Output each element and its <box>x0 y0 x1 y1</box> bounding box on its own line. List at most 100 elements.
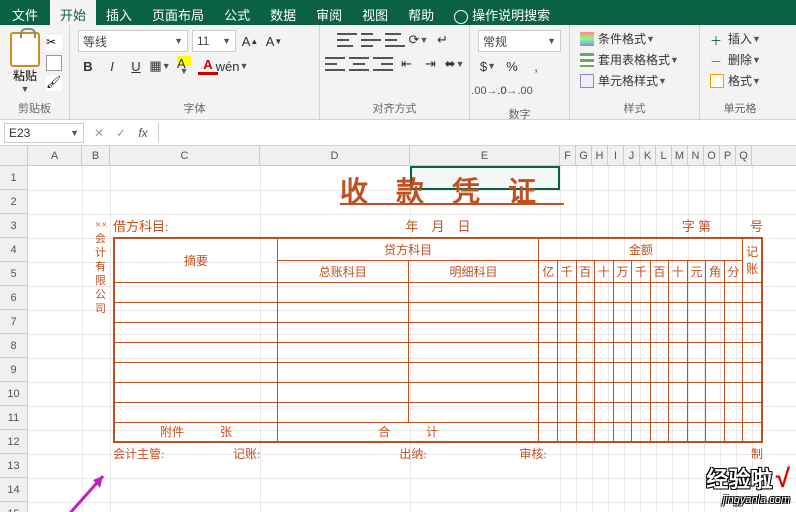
align-right-icon[interactable] <box>372 53 394 75</box>
row-header[interactable]: 2 <box>0 190 27 214</box>
col-header[interactable]: M <box>672 146 688 165</box>
indent-right-icon[interactable]: ⇥ <box>420 53 442 75</box>
row-header[interactable]: 9 <box>0 358 27 382</box>
fill-color-button[interactable]: A▼ <box>173 55 195 77</box>
col-header[interactable]: J <box>624 146 640 165</box>
tab-formula[interactable]: 公式 <box>214 0 260 25</box>
align-top-icon[interactable] <box>336 29 358 51</box>
comma-icon[interactable]: , <box>525 55 547 77</box>
voucher-table: 摘要 贷方科目 金额 记账 总账科目 明细科目 亿 千 百 十 万 千 <box>113 237 763 443</box>
row-header[interactable]: 6 <box>0 286 27 310</box>
sig-auditor: 审核: <box>473 445 593 462</box>
cell-grid[interactable]: ××会计有限公司 收款凭证 借方科目: 年 月 日 字 第 号 摘要 贷方科目 … <box>28 166 796 512</box>
group-cells: ＋插入 ▼ －删除 ▼ 格式 ▼ 单元格 <box>700 25 780 119</box>
unit-qian2: 千 <box>632 260 651 282</box>
format-cells-button[interactable]: 格式 ▼ <box>706 70 774 91</box>
row-header[interactable]: 12 <box>0 430 27 454</box>
row-header[interactable]: 13 <box>0 454 27 478</box>
tell-me[interactable]: 操作说明搜索 <box>444 0 560 25</box>
select-all-corner[interactable] <box>0 146 28 165</box>
row-header[interactable]: 3 <box>0 214 27 238</box>
percent-icon[interactable]: % <box>501 55 523 77</box>
indent-left-icon[interactable]: ⇤ <box>396 53 418 75</box>
voucher-form: ××会计有限公司 收款凭证 借方科目: 年 月 日 字 第 号 摘要 贷方科目 … <box>113 170 763 464</box>
col-header[interactable]: D <box>260 146 410 165</box>
row-header[interactable]: 4 <box>0 238 27 262</box>
chevron-down-icon: ▼ <box>21 84 30 94</box>
formula-input[interactable] <box>158 123 796 143</box>
phonetic-button[interactable]: wén▼ <box>221 55 243 77</box>
sig-cashier: 出纳: <box>353 445 473 462</box>
tab-view[interactable]: 视图 <box>352 0 398 25</box>
row-header[interactable]: 7 <box>0 310 27 334</box>
sig-manager: 会计主管: <box>113 445 233 462</box>
row-header[interactable]: 5 <box>0 262 27 286</box>
tab-data[interactable]: 数据 <box>260 0 306 25</box>
col-header[interactable]: A <box>28 146 82 165</box>
col-header[interactable]: L <box>656 146 672 165</box>
align-middle-icon[interactable] <box>360 29 382 51</box>
row-header[interactable]: 15 <box>0 502 27 512</box>
unit-qian: 千 <box>557 260 576 282</box>
group-align: ⟳▼ ↵ ⇤ ⇥ ⬌▼ 对齐方式 <box>320 25 470 119</box>
paste-button[interactable]: 粘贴 ▼ <box>6 30 44 96</box>
col-header[interactable]: H <box>592 146 608 165</box>
foot-total: 合 计 <box>277 422 539 442</box>
name-box[interactable]: E23▼ <box>4 123 84 143</box>
font-name-combo[interactable]: 等线▼ <box>78 30 188 52</box>
tab-insert[interactable]: 插入 <box>96 0 142 25</box>
table-format-button[interactable]: 套用表格格式 ▼ <box>576 49 693 70</box>
enter-icon[interactable]: ✓ <box>110 122 132 144</box>
col-header[interactable]: G <box>576 146 592 165</box>
col-header[interactable]: B <box>82 146 110 165</box>
currency-icon[interactable]: $▼ <box>477 55 499 77</box>
col-header[interactable]: N <box>688 146 704 165</box>
italic-button[interactable]: I <box>101 55 123 77</box>
file-tab[interactable]: 文件 <box>0 0 50 25</box>
hdr-sub: 明细科目 <box>408 260 539 282</box>
merge-icon[interactable]: ⬌▼ <box>444 53 466 75</box>
col-header[interactable]: O <box>704 146 720 165</box>
wrap-text-icon[interactable]: ↵ <box>432 29 454 51</box>
align-left-icon[interactable] <box>324 53 346 75</box>
underline-button[interactable]: U <box>125 55 147 77</box>
tab-help[interactable]: 帮助 <box>398 0 444 25</box>
row-header[interactable]: 1 <box>0 166 27 190</box>
fx-icon[interactable]: fx <box>132 122 154 144</box>
align-center-icon[interactable] <box>348 53 370 75</box>
col-header[interactable]: E <box>410 146 560 165</box>
orientation-icon[interactable]: ⟳▼ <box>408 29 430 51</box>
bold-button[interactable]: B <box>77 55 99 77</box>
date-label: 年 月 日 <box>293 216 583 235</box>
row-header[interactable]: 10 <box>0 382 27 406</box>
font-size-combo[interactable]: 11▼ <box>192 30 236 52</box>
decrease-decimal-icon[interactable]: .0→.00 <box>504 80 526 102</box>
col-header[interactable]: K <box>640 146 656 165</box>
border-button[interactable]: ▦▼ <box>149 55 171 77</box>
group-styles: 条件格式 ▼ 套用表格格式 ▼ 单元格样式 ▼ 样式 <box>570 25 700 119</box>
increase-font-icon[interactable]: A▲ <box>239 30 261 52</box>
cancel-icon[interactable]: ✕ <box>88 122 110 144</box>
tab-review[interactable]: 审阅 <box>306 0 352 25</box>
row-header[interactable]: 14 <box>0 478 27 502</box>
decrease-font-icon[interactable]: A▼ <box>263 30 285 52</box>
delete-cells-button[interactable]: －删除 ▼ <box>706 49 774 70</box>
insert-cells-button[interactable]: ＋插入 ▼ <box>706 28 774 49</box>
cell-style-button[interactable]: 单元格样式 ▼ <box>576 70 693 91</box>
align-bottom-icon[interactable] <box>384 29 406 51</box>
col-header[interactable]: P <box>720 146 736 165</box>
number-format-combo[interactable]: 常规▼ <box>478 30 561 52</box>
conditional-format-button[interactable]: 条件格式 ▼ <box>576 28 693 49</box>
cut-icon[interactable]: ✂ <box>46 35 62 51</box>
format-painter-icon[interactable]: 🖌 <box>46 75 62 91</box>
copy-icon[interactable] <box>46 55 62 71</box>
group-label: 对齐方式 <box>326 98 463 116</box>
col-header[interactable]: Q <box>736 146 752 165</box>
row-header[interactable]: 11 <box>0 406 27 430</box>
col-header[interactable]: C <box>110 146 260 165</box>
col-header[interactable]: F <box>560 146 576 165</box>
col-header[interactable]: I <box>608 146 624 165</box>
tab-home[interactable]: 开始 <box>50 0 96 25</box>
row-header[interactable]: 8 <box>0 334 27 358</box>
tab-layout[interactable]: 页面布局 <box>142 0 214 25</box>
